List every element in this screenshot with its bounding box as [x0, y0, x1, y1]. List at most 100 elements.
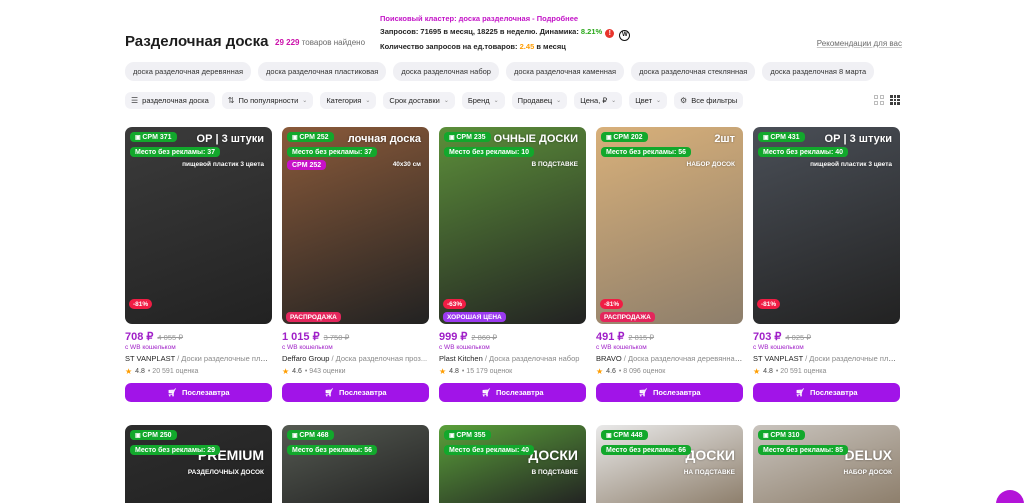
cpm-badge: CPM 448 — [601, 430, 648, 440]
cpm-badge: CPM 235 — [444, 132, 491, 142]
product-photo[interactable]: ДОСКИ НА ПОДСТАВКЕ CPM 448 Место без реклам… — [596, 425, 743, 503]
grid-dense-view-icon[interactable] — [890, 95, 900, 105]
help-chat-button[interactable] — [996, 490, 1024, 503]
photo-subcaption: пищевой пластик 3 цвета — [810, 161, 892, 168]
product-card[interactable]: CPM 468 Место без рекламы: 56 — [282, 425, 429, 503]
cpm-secondary-badge: CPM 252 — [287, 160, 327, 170]
product-card[interactable]: ОР | 3 штуки пищевой пластик 3 цвета CPM 4… — [753, 127, 900, 417]
suggestion-chip[interactable]: доска разделочная пластиковая — [258, 62, 387, 81]
cluster-link[interactable]: Поисковый кластер: доска разделочная - П… — [380, 13, 630, 26]
alert-icon: ! — [605, 28, 615, 38]
page-title: Разделочная доска — [125, 33, 269, 50]
chevron-down-icon: ⌄ — [443, 98, 449, 104]
rating-value: 4.8 — [763, 368, 773, 375]
cpm-badge: CPM 468 — [287, 430, 334, 440]
found-count: 29 229 товаров найдено — [275, 38, 365, 47]
product-name[interactable]: ST VANPLAST / Доски разделочные плас... — [125, 354, 272, 363]
cpm-badge: CPM 431 — [758, 132, 805, 142]
price-row: 703 ₽4 025 ₽ — [753, 330, 900, 343]
wildberries-logo-icon[interactable]: W — [619, 29, 631, 41]
product-name[interactable]: Deffaro Group / Доска разделочная проз..… — [282, 354, 429, 363]
filter-button[interactable]: Продавец ⌄ — [511, 92, 568, 109]
photo-caption: ОР | 3 штуки — [824, 133, 892, 145]
filter-button[interactable]: ☰ разделочная доска — [125, 92, 215, 109]
photo-subcaption: пищевой пластик 3 цвета — [182, 161, 264, 168]
product-photo[interactable]: лочная доска 40х30 см CPM 252 Место без рек… — [282, 127, 429, 324]
delivery-label: Послезавтра — [495, 388, 544, 397]
wallet-note: с WB кошельком — [125, 344, 176, 351]
filter-button[interactable]: Цена, ₽ ⌄ — [574, 92, 623, 109]
search-suggestion-chips: доска разделочная деревянная доска раздел… — [125, 62, 875, 81]
filter-label: По популярности — [238, 96, 299, 105]
delivery-label: Послезавтра — [181, 388, 230, 397]
product-card[interactable]: DELUX НАБОР ДОСОК CPM 310 Место без рекламы… — [753, 425, 900, 503]
photo-subcaption: 40х30 см — [392, 161, 421, 168]
star-icon: ★ — [753, 367, 761, 376]
product-card[interactable]: 2шт НАБОР ДОСОК CPM 202 Место без рекламы: … — [596, 127, 743, 417]
product-card[interactable]: ОЧНЫЕ ДОСКИ В ПОДСТАВКЕ CPM 235 Место без р… — [439, 127, 586, 417]
filter-button[interactable]: ⇅ По популярности ⌄ — [221, 92, 314, 109]
product-photo[interactable]: DELUX НАБОР ДОСОК CPM 310 Место без рекламы… — [753, 425, 900, 503]
cluster-dynamics: 8.21% — [580, 26, 603, 36]
current-price: 708 ₽ — [125, 331, 154, 343]
product-card[interactable]: PREMIUMРАЗДЕЛОЧНЫХ ДОСОКCPM 250Место без… — [125, 425, 272, 503]
discount-badge: -81% — [600, 299, 624, 309]
product-card[interactable]: ДОСКИ В ПОДСТАВКЕ CPM 355 Место без рекламы… — [439, 425, 586, 503]
suggestion-chip[interactable]: доска разделочная набор — [393, 62, 499, 81]
delivery-label: Послезавтра — [338, 388, 387, 397]
cart-icon: 🛒︎ — [481, 388, 491, 397]
cluster-per-item-suffix: в месяц — [536, 41, 566, 51]
photo-caption: ДОСКИ — [528, 447, 578, 463]
cpm-badge: CPM 202 — [601, 132, 648, 142]
photo-caption: ОР | 3 штуки — [196, 133, 264, 145]
product-photo[interactable]: ОЧНЫЕ ДОСКИ В ПОДСТАВКЕ CPM 235 Место без р… — [439, 127, 586, 324]
cpm-badge: CPM 371 — [130, 132, 177, 142]
add-to-cart-button[interactable]: 🛒︎ Послезавтра — [753, 383, 900, 402]
product-name[interactable]: BRAVO / Доска разделочная деревянная н..… — [596, 354, 743, 363]
review-count: • 943 оценки — [304, 368, 346, 375]
cart-icon: 🛒︎ — [167, 388, 177, 397]
old-price: 2 815 ₽ — [628, 333, 655, 342]
product-photo[interactable]: 2шт НАБОР ДОСОК CPM 202 Место без рекламы: … — [596, 127, 743, 324]
suggestion-chip[interactable]: доска разделочная деревянная — [125, 62, 252, 81]
product-photo[interactable]: ОР | 3 штуки пищевой пластик 3 цвета CPM 3… — [125, 127, 272, 324]
product-photo[interactable]: ДОСКИ В ПОДСТАВКЕ CPM 355 Место без рекламы… — [439, 425, 586, 503]
filter-button[interactable]: Категория ⌄ — [320, 92, 377, 109]
recommendations-link[interactable]: Рекомендации для вас — [817, 39, 902, 48]
add-to-cart-button[interactable]: 🛒︎ Послезавтра — [282, 383, 429, 402]
ad-free-place-badge: Место без рекламы: 66 — [601, 445, 692, 455]
rating-row: ★ 4.8 • 20 591 оценка — [753, 367, 900, 376]
price-row: 999 ₽2 860 ₽ — [439, 330, 586, 343]
add-to-cart-button[interactable]: 🛒︎ Послезавтра — [125, 383, 272, 402]
cpm-badge: CPM 355 — [444, 430, 491, 440]
ad-free-place-badge: Место без рекламы: 29 — [130, 445, 221, 455]
suggestion-chip[interactable]: доска разделочная 8 марта — [762, 62, 875, 81]
product-photo[interactable]: PREMIUMРАЗДЕЛОЧНЫХ ДОСОКCPM 250Место без… — [125, 425, 272, 503]
grid-large-view-icon[interactable] — [874, 95, 884, 105]
product-name[interactable]: Plast Kitchen / Доска разделочная набор — [439, 354, 586, 363]
suggestion-chip[interactable]: доска разделочная каменная — [505, 62, 625, 81]
chevron-down-icon: ⌄ — [493, 98, 499, 104]
product-photo[interactable]: CPM 468 Место без рекламы: 56 — [282, 425, 429, 503]
product-photo[interactable]: ОР | 3 штуки пищевой пластик 3 цвета CPM 4… — [753, 127, 900, 324]
cpm-badge: CPM 250 — [130, 430, 177, 440]
suggestion-chip[interactable]: доска разделочная стеклянная — [631, 62, 756, 81]
current-price: 1 015 ₽ — [282, 331, 320, 343]
filter-button[interactable]: Бренд ⌄ — [461, 92, 505, 109]
brand-name: BRAVO — [596, 354, 624, 363]
cart-icon: 🛒︎ — [638, 388, 648, 397]
add-to-cart-button[interactable]: 🛒︎ Послезавтра — [596, 383, 743, 402]
ad-free-place-badge: Место без рекламы: 37 — [287, 147, 378, 157]
product-card[interactable]: ДОСКИ НА ПОДСТАВКЕ CPM 448 Место без реклам… — [596, 425, 743, 503]
chevron-down-icon: ⌄ — [365, 98, 371, 104]
filter-button[interactable]: Срок доставки ⌄ — [383, 92, 455, 109]
brand-name: ST VANPLAST — [753, 354, 806, 363]
product-card[interactable]: лочная доска 40х30 см CPM 252 Место без рек… — [282, 127, 429, 417]
add-to-cart-button[interactable]: 🛒︎ Послезавтра — [439, 383, 586, 402]
ad-free-place-badge: Место без рекламы: 40 — [444, 445, 535, 455]
product-name[interactable]: ST VANPLAST / Доски разделочные плас... — [753, 354, 900, 363]
filter-button[interactable]: Цвет ⌄ — [629, 92, 668, 109]
filter-button[interactable]: ⚙ Все фильтры — [674, 92, 744, 109]
cluster-requests: Запросов: 71695 в месяц, 18225 в неделю.… — [380, 26, 631, 41]
product-card[interactable]: ОР | 3 штуки пищевой пластик 3 цвета CPM 3… — [125, 127, 272, 417]
